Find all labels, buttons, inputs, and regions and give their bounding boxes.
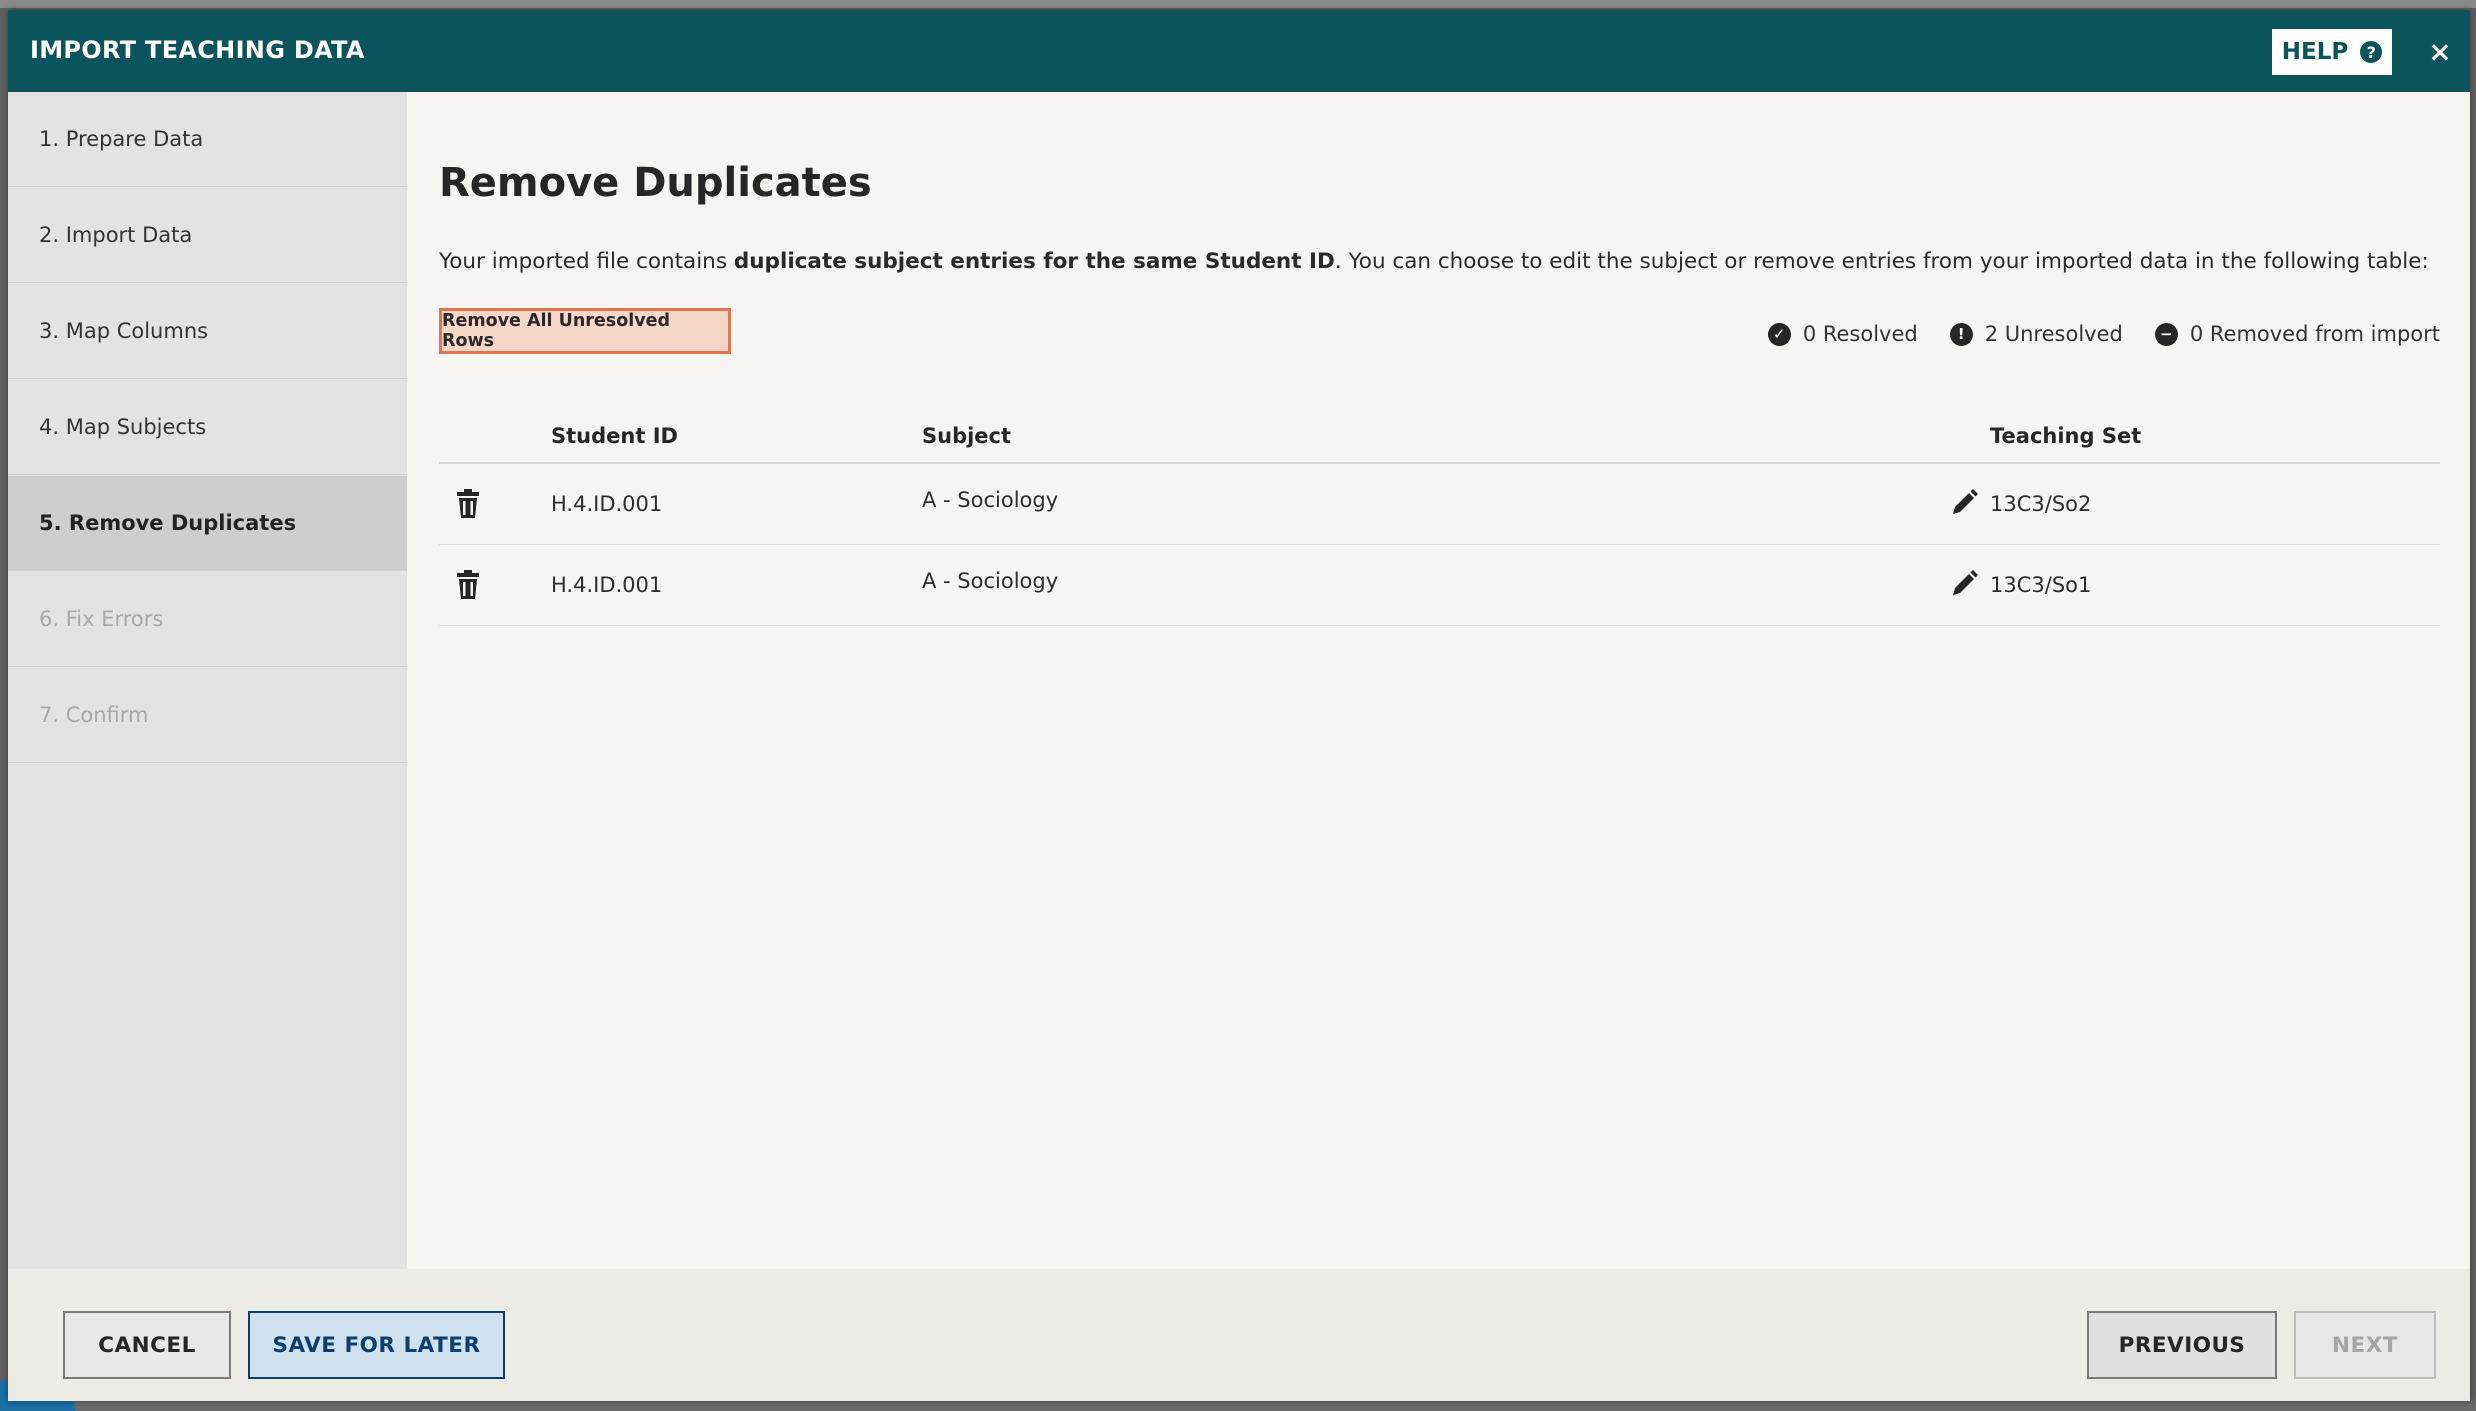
page-description: Your imported file contains duplicate su… [439,249,2459,274]
check-circle-icon: ✓ [1767,322,1791,346]
status-unresolved-label: 2 Unresolved [1984,322,2123,346]
remove-all-unresolved-button[interactable]: Remove All Unresolved Rows [439,308,731,354]
trash-icon[interactable] [454,569,482,601]
step-map-subjects[interactable]: 4. Map Subjects [8,380,407,475]
description-bold: duplicate subject entries for the same S… [733,249,1335,274]
main-content: Remove Duplicates Your imported file con… [407,92,2470,1269]
backdrop-bottom-strip [0,1400,2476,1411]
header-teaching-set: Teaching Set [1990,424,2142,448]
help-label: HELP [2281,39,2349,65]
steps-sidebar: 1. Prepare Data 2. Import Data 3. Map Co… [8,92,407,1269]
step-label: 5. Remove Duplicates [39,511,297,535]
close-button[interactable]: × [2420,30,2460,72]
cell-student-id: H.4.ID.001 [551,573,663,597]
import-modal: IMPORT TEACHING DATA HELP ? × 1. Prepare… [8,10,2470,1401]
step-label: 3. Map Columns [39,319,209,343]
pencil-icon[interactable] [1949,569,1979,599]
question-circle-icon: ? [2360,41,2383,63]
step-import-data[interactable]: 2. Import Data [8,188,407,283]
cell-subject: A - Sociology [922,569,1059,593]
status-removed-label: 0 Removed from import [2189,322,2440,346]
modal-footer: CANCEL SAVE FOR LATER PREVIOUS NEXT [8,1269,2470,1401]
close-icon: × [2428,34,2452,68]
cell-student-id: H.4.ID.001 [551,492,663,516]
table-header: Student ID Subject Teaching Set [439,410,2440,464]
backdrop-top-strip [0,0,2476,8]
description-suffix: . You can choose to edit the subject or … [1334,249,2429,274]
step-map-columns[interactable]: 3. Map Columns [8,284,407,379]
step-confirm: 7. Confirm [8,668,407,763]
trash-icon[interactable] [454,488,482,520]
header-subject: Subject [922,424,1012,448]
modal-header: IMPORT TEACHING DATA HELP ? × [8,10,2470,92]
step-label: 4. Map Subjects [39,415,207,439]
previous-button[interactable]: PREVIOUS [2087,1311,2277,1379]
duplicates-table: Student ID Subject Teaching Set H.4.ID.0… [439,410,2440,626]
exclamation-circle-icon: ! [1949,322,1973,346]
step-fix-errors: 6. Fix Errors [8,572,407,667]
cell-teaching-set: 13C3/So1 [1990,573,2092,597]
step-label: 7. Confirm [39,703,149,727]
header-student-id: Student ID [551,424,678,448]
step-label: 1. Prepare Data [39,127,204,151]
cancel-button[interactable]: CANCEL [63,1311,231,1379]
step-label: 6. Fix Errors [39,607,164,631]
help-button[interactable]: HELP ? [2270,27,2394,77]
cell-subject: A - Sociology [922,488,1059,512]
modal-title: IMPORT TEACHING DATA [30,36,365,64]
status-resolved-label: 0 Resolved [1802,322,1918,346]
description-prefix: Your imported file contains [439,249,734,274]
status-unresolved: ! 2 Unresolved [1949,322,2123,346]
cell-teaching-set: 13C3/So2 [1990,492,2092,516]
save-for-later-button[interactable]: SAVE FOR LATER [248,1311,505,1379]
table-row: H.4.ID.001 A - Sociology 13C3/So2 [439,464,2440,545]
status-summary: ✓ 0 Resolved ! 2 Unresolved − 0 Removed … [1767,318,2440,350]
step-prepare-data[interactable]: 1. Prepare Data [8,92,407,187]
pencil-icon[interactable] [1949,488,1979,518]
status-removed: − 0 Removed from import [2154,322,2440,346]
step-label: 2. Import Data [39,223,193,247]
next-button: NEXT [2294,1311,2436,1379]
step-remove-duplicates[interactable]: 5. Remove Duplicates [8,476,407,571]
table-row: H.4.ID.001 A - Sociology 13C3/So1 [439,545,2440,626]
minus-circle-icon: − [2154,322,2178,346]
status-resolved: ✓ 0 Resolved [1767,322,1918,346]
page-title: Remove Duplicates [439,160,872,206]
